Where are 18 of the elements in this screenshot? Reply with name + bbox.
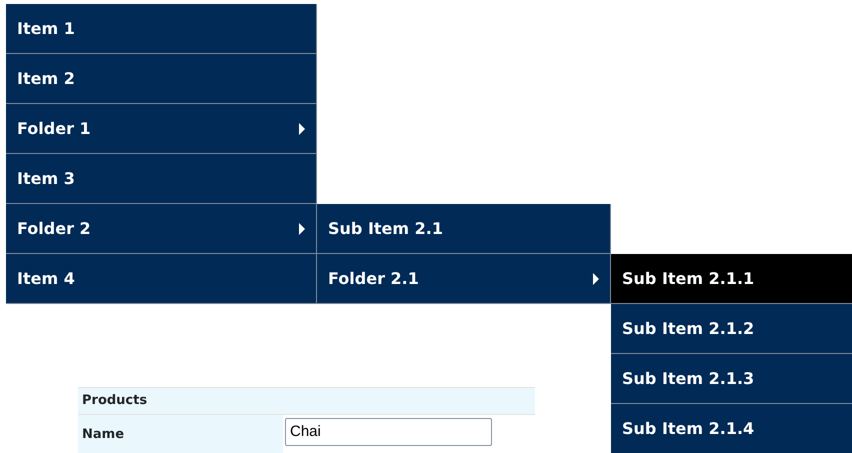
menu-item[interactable]: Sub Item 2.1.2	[611, 304, 852, 354]
submenu-arrow-icon	[299, 122, 305, 134]
menu-item[interactable]: Folder 1	[6, 104, 317, 154]
menu-item[interactable]: Sub Item 2.1.4	[611, 404, 852, 453]
menu-item[interactable]: Item 1	[6, 4, 317, 54]
menu-item[interactable]: Folder 2	[6, 204, 317, 254]
menu-item[interactable]: Sub Item 2.1.1	[611, 254, 852, 304]
menu-item[interactable]: Item 3	[6, 154, 317, 204]
input-field[interactable]: Chai	[285, 418, 492, 446]
menu-item[interactable]: Item 4	[6, 254, 317, 304]
menu-item[interactable]: Sub Item 2.1.3	[611, 354, 852, 404]
submenu-arrow-icon	[299, 222, 305, 234]
menu-item[interactable]: Folder 2.1	[317, 254, 611, 304]
field-label: Name	[78, 414, 283, 453]
form-title: Products	[78, 387, 535, 414]
menu-item[interactable]: Item 2	[6, 54, 317, 104]
menu-item[interactable]: Sub Item 2.1	[317, 204, 611, 254]
submenu-arrow-icon	[593, 272, 599, 284]
